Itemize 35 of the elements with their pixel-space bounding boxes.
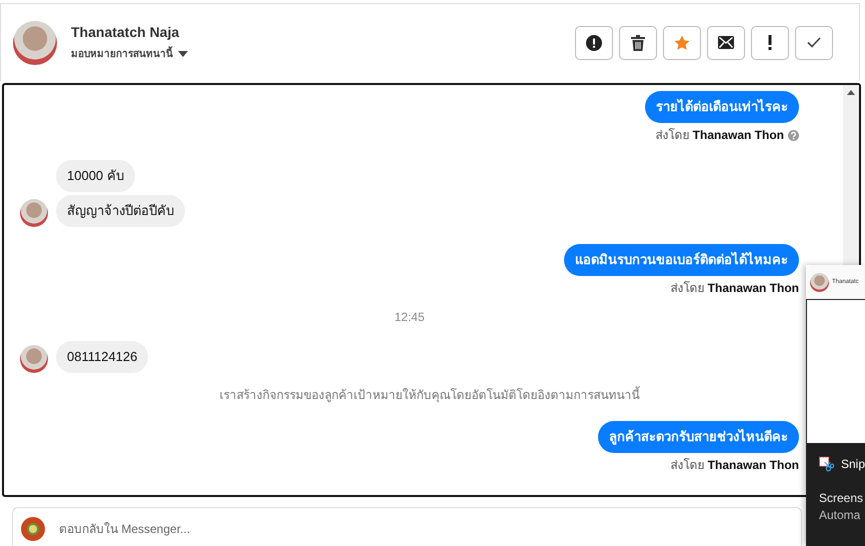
caret-icon [178, 50, 188, 56]
alert-button[interactable] [575, 26, 613, 60]
avatar-photo [810, 272, 829, 292]
sent-message: แอดมินรบกวนขอเบอร์ติดต่อได้ไหมคะ [564, 244, 799, 276]
sent-message: ลูกค้าสะดวกรับสายช่วงไหนดีคะ [598, 421, 799, 453]
trash-icon [631, 34, 645, 50]
received-message: 10000 คับ [56, 160, 135, 192]
avatar-photo [13, 20, 57, 64]
sender-label: ส่งโดย Thanawan Thon [670, 281, 799, 296]
envelope-icon [718, 36, 734, 49]
system-notice: เราสร้างกิจกรรมของลูกค้าเป้าหมายให้กับคุณโดยอัตโนมัติโดยอิงตามการสนทนานี้ [220, 385, 640, 404]
check-icon [807, 37, 821, 48]
star-icon [674, 34, 690, 50]
sent-message: รายได้ต่อเดือนเท่าไรคะ [645, 91, 799, 123]
contact-name: Thanatatch Naja [71, 24, 180, 40]
received-message: 0811124126 [56, 341, 148, 373]
scroll-up-icon[interactable] [847, 90, 855, 95]
alert-icon [586, 34, 602, 50]
sender-label: ส่งโดย Thanawan Thon [670, 458, 799, 473]
assign-dropdown[interactable]: มอบหมายการสนทนานี้ [71, 46, 188, 61]
timestamp: 12:45 [394, 310, 425, 324]
reply-field[interactable]: ตอบกลับใน Messenger... [12, 507, 802, 546]
mail-button[interactable] [707, 26, 745, 60]
done-button[interactable] [795, 26, 833, 60]
sender-label: ส่งโดย Thanawan Thon [655, 128, 784, 143]
app-name: Snip [840, 457, 865, 471]
alert-button[interactable] [751, 26, 789, 60]
toast-title: Screens [819, 490, 864, 507]
star-button[interactable] [663, 26, 701, 60]
exclamation-icon [768, 35, 772, 50]
delete-button[interactable] [619, 26, 657, 60]
help-icon[interactable] [788, 130, 799, 141]
received-message: สัญญาจ้างปีต่อปีคับ [56, 195, 185, 227]
scissors-icon [819, 456, 834, 472]
toast-text: Automa [819, 507, 862, 524]
